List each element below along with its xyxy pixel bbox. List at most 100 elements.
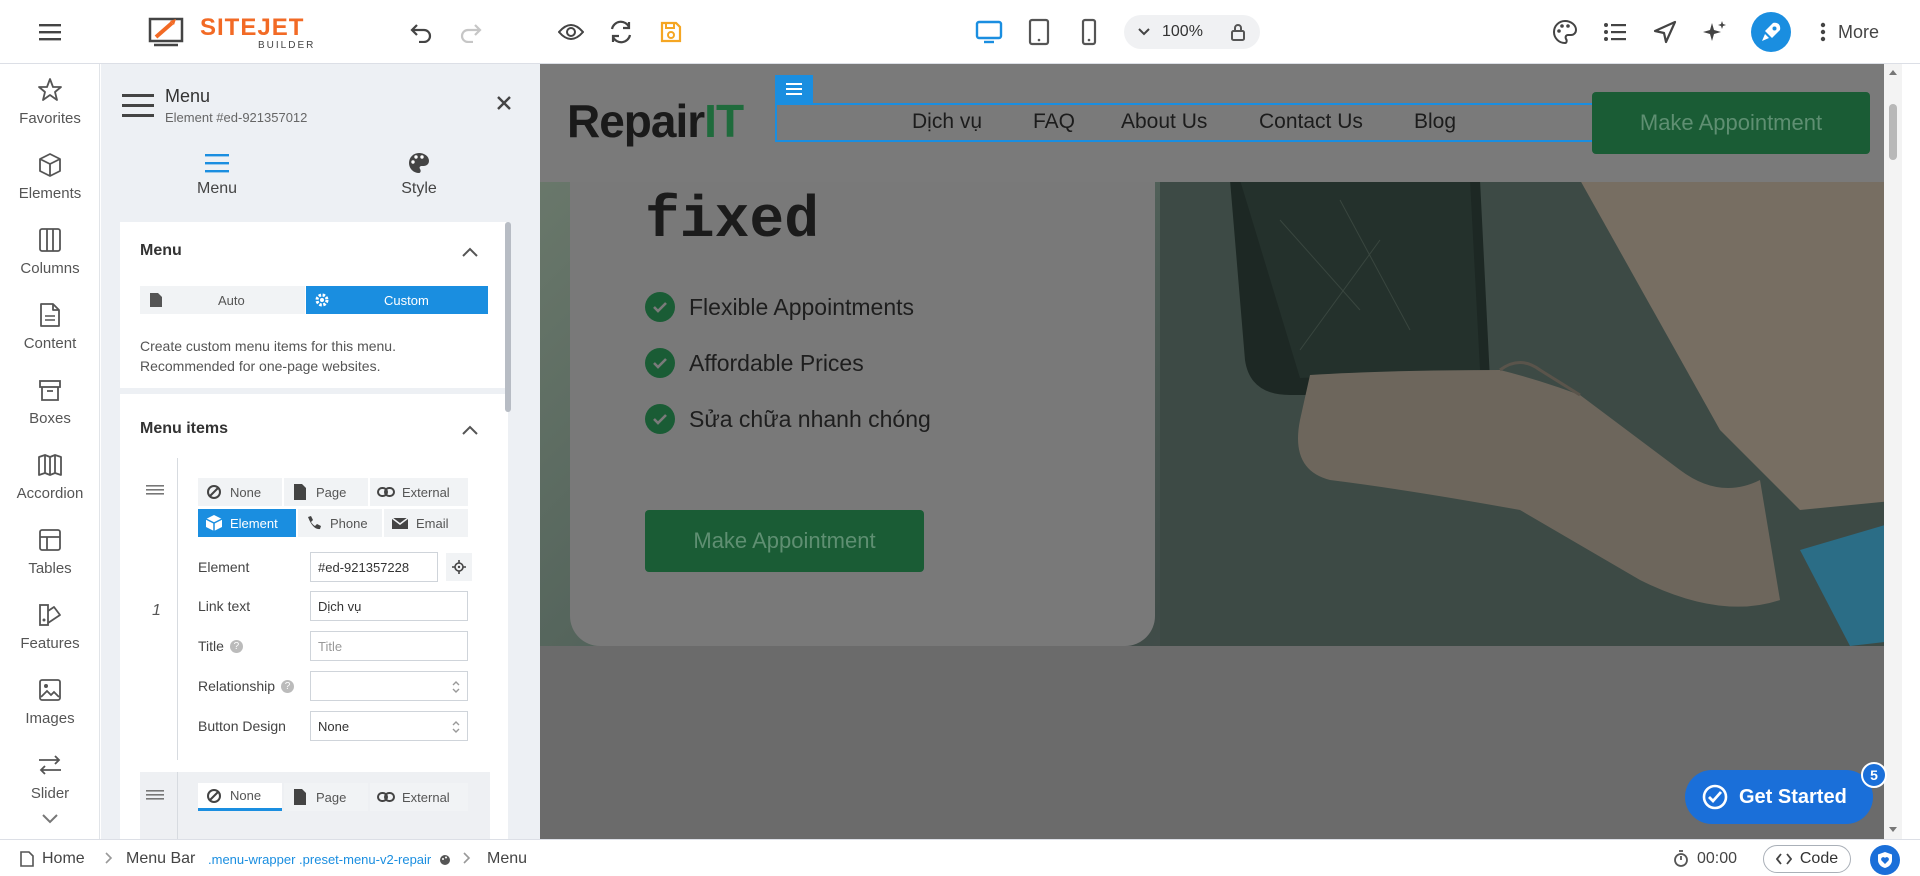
nav-link[interactable]: About Us (1121, 110, 1207, 134)
drag-handle-icon[interactable] (146, 484, 164, 498)
scrollbar-thumb[interactable] (1889, 104, 1897, 160)
menu-mode-auto[interactable]: Auto (140, 286, 305, 314)
type-element[interactable]: Element (198, 509, 296, 537)
panel-title: Menu (165, 86, 211, 106)
type-none[interactable]: None (198, 783, 282, 811)
scroll-down-icon[interactable] (1888, 826, 1898, 834)
item-divider (177, 772, 178, 839)
tablet-view-icon[interactable] (1025, 18, 1053, 46)
breadcrumb-css-class[interactable]: .menu-wrapper .preset-menu-v2-repair (208, 852, 451, 867)
rocket-launch-button[interactable] (1751, 12, 1791, 52)
crosshair-icon (452, 560, 466, 574)
file-icon (36, 301, 64, 329)
rail-item-features[interactable]: Features (0, 593, 100, 667)
check-icon (645, 348, 675, 378)
more-menu-button[interactable]: More (1820, 18, 1879, 46)
element-id-input[interactable]: #ed-921357228 (310, 552, 438, 582)
security-shield-button[interactable] (1870, 845, 1900, 875)
menu-mode-custom[interactable]: Custom (306, 286, 488, 314)
nav-link[interactable]: Blog (1414, 110, 1456, 134)
rail-item-images[interactable]: Images (0, 668, 100, 742)
refresh-icon[interactable] (607, 18, 635, 46)
ai-sparkle-icon[interactable] (1701, 18, 1729, 46)
nav-link[interactable]: Contact Us (1259, 110, 1363, 134)
lock-icon[interactable] (1230, 23, 1246, 41)
type-page[interactable]: Page (284, 783, 368, 811)
header-make-appointment-button[interactable]: Make Appointment (1592, 92, 1870, 154)
rocket-icon (1762, 22, 1781, 41)
type-phone[interactable]: Phone (298, 509, 382, 537)
panel-scrollbar[interactable] (505, 222, 511, 412)
seg-label: Auto (218, 292, 245, 308)
menu-item-number: 1 (152, 602, 161, 619)
breadcrumb-menu[interactable]: Menu (487, 850, 527, 868)
rail-item-columns[interactable]: Columns (0, 218, 100, 292)
scroll-up-icon[interactable] (1888, 68, 1898, 76)
palette-icon (440, 854, 451, 865)
brand-part-accent: IT (704, 95, 744, 147)
help-icon[interactable]: ? (229, 639, 243, 653)
rail-item-slider[interactable]: Slider (0, 743, 100, 817)
rail-scroll-down-icon[interactable] (38, 812, 62, 832)
desktop-view-icon[interactable] (975, 18, 1003, 46)
zoom-selector[interactable]: 100% (1124, 15, 1260, 49)
field-label-relationship: Relationship ? (198, 678, 295, 694)
tab-menu[interactable]: Menu (157, 150, 277, 206)
rail-item-boxes[interactable]: Boxes (0, 368, 100, 442)
breadcrumb-home[interactable]: Home (20, 850, 85, 868)
collapse-chevron-icon[interactable] (460, 245, 480, 259)
relationship-label-text: Relationship (198, 678, 276, 694)
drag-handle-icon[interactable] (146, 789, 164, 803)
rail-item-accordion[interactable]: Accordion (0, 443, 100, 517)
site-brand-logo[interactable]: RepairIT (567, 94, 744, 148)
rail-item-content[interactable]: Content (0, 293, 100, 367)
sitejet-logo-icon (148, 17, 184, 47)
redo-icon[interactable] (457, 18, 485, 46)
file-icon (290, 483, 310, 501)
undo-icon[interactable] (407, 18, 435, 46)
nav-link[interactable]: FAQ (1033, 110, 1075, 134)
rail-item-elements[interactable]: Elements (0, 143, 100, 217)
canvas-scrollbar[interactable] (1884, 64, 1902, 839)
columns-icon (36, 226, 64, 254)
link-icon (376, 788, 396, 806)
tab-label: Menu (196, 180, 238, 197)
breadcrumb-menu-bar[interactable]: Menu Bar (126, 850, 195, 868)
mobile-view-icon[interactable] (1075, 18, 1103, 46)
gear-icon (315, 293, 329, 307)
save-icon[interactable] (657, 18, 685, 46)
title-input[interactable]: Title (310, 631, 468, 661)
rail-label: Features (20, 635, 80, 652)
type-external[interactable]: External (370, 783, 468, 811)
type-none[interactable]: None (198, 478, 282, 506)
element-picker-button[interactable] (446, 553, 472, 581)
feature-item: Flexible Appointments (645, 292, 914, 322)
breadcrumb-label: Menu Bar (126, 850, 196, 867)
preview-eye-icon[interactable] (557, 18, 585, 46)
code-editor-button[interactable]: Code (1763, 845, 1851, 873)
tab-style[interactable]: Style (359, 150, 479, 206)
type-page[interactable]: Page (284, 478, 368, 506)
nav-link[interactable]: Dịch vụ (912, 110, 982, 134)
rail-item-favorites[interactable]: Favorites (0, 68, 100, 142)
type-email[interactable]: Email (384, 509, 468, 537)
get-started-button[interactable]: Get Started (1685, 770, 1873, 824)
button-design-select[interactable]: None (310, 711, 468, 741)
rail-item-tables[interactable]: Tables (0, 518, 100, 592)
menu-lines-icon (203, 150, 231, 176)
help-icon[interactable]: ? (281, 679, 295, 693)
list-icon[interactable] (1601, 18, 1629, 46)
palette-icon[interactable] (1551, 18, 1579, 46)
type-label: External (402, 789, 450, 805)
selected-element-handle[interactable] (775, 75, 813, 103)
link-text-input[interactable]: Dịch vụ (310, 591, 468, 621)
main-menu-icon[interactable] (37, 20, 63, 44)
relationship-select[interactable] (310, 671, 468, 701)
close-panel-icon[interactable] (495, 94, 513, 112)
hero-headline: fixed (645, 189, 820, 254)
publish-send-icon[interactable] (1651, 18, 1679, 46)
hero-make-appointment-button[interactable]: Make Appointment (645, 510, 924, 572)
envelope-icon (390, 514, 410, 532)
type-external[interactable]: External (370, 478, 468, 506)
collapse-chevron-icon[interactable] (460, 423, 480, 437)
